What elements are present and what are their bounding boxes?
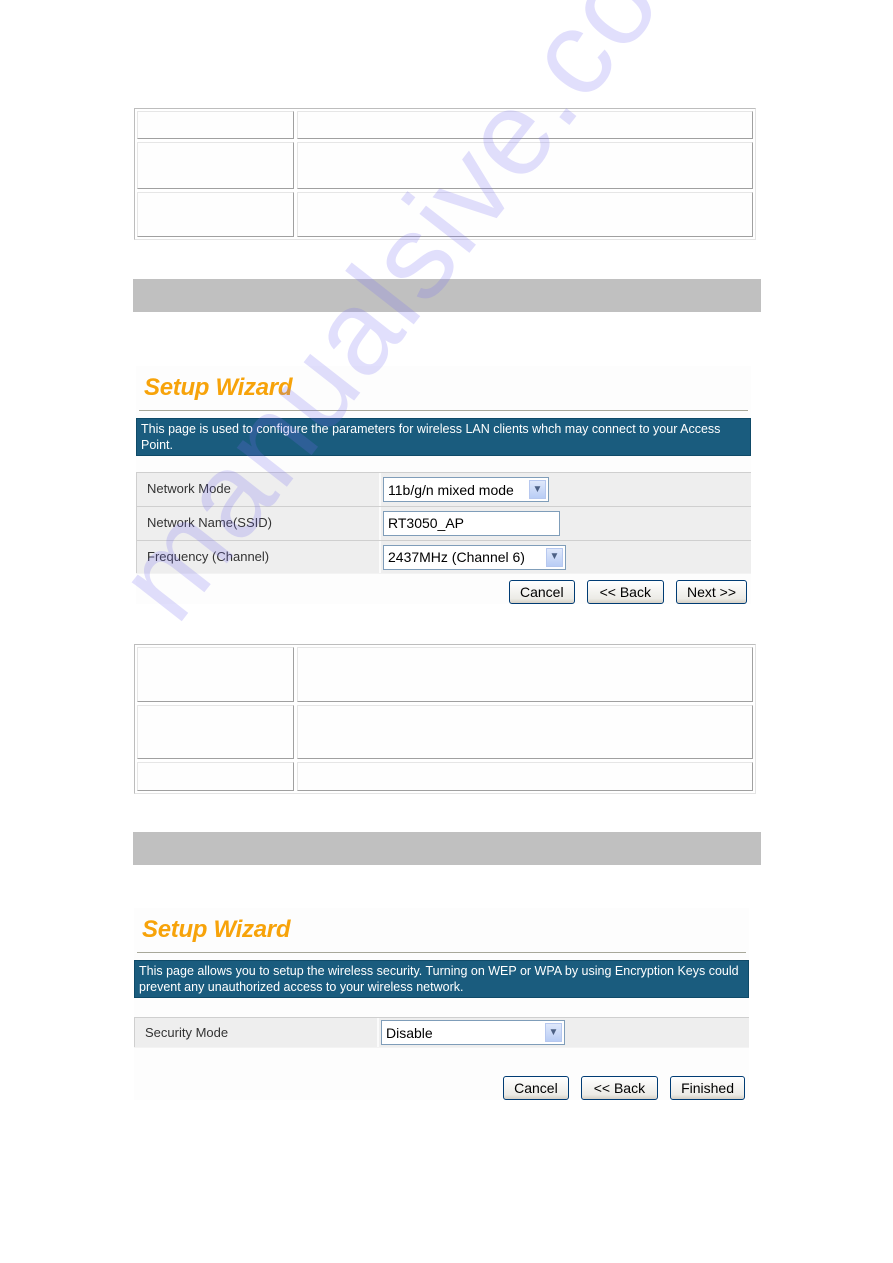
table-cell-key [137,762,294,791]
chevron-down-icon[interactable]: ▼ [529,480,546,499]
table-cell-value [297,192,753,237]
frequency-channel-select[interactable]: 2437MHz (Channel 6) ▼ [383,544,566,570]
security-mode-select[interactable]: Disable ▼ [381,1020,565,1045]
description-table-top [134,108,756,240]
security-mode-value: Disable [386,1024,433,1041]
form-row-frequency: Frequency (Channel) 2437MHz (Channel 6) … [136,540,751,574]
table-cell-key [137,705,294,759]
next-button[interactable]: Next >> [675,580,747,604]
wireless-settings-form: Network Mode 11b/g/n mixed mode ▼ Networ… [136,472,751,574]
page-description: This page allows you to setup the wirele… [134,960,749,998]
table-cell-key [137,111,294,139]
title-divider [139,410,748,411]
table-row [137,192,753,237]
setup-wizard-wireless-panel: Setup Wizard This page is used to config… [136,366,751,604]
wizard-button-bar: Cancel << Back Finished [134,1048,749,1100]
table-row [137,111,753,139]
table-cell-value [297,142,753,189]
form-row-ssid: Network Name(SSID) RT3050_AP [136,506,751,540]
table-cell-value [297,111,753,139]
table-row [137,705,753,759]
section-heading-bar [133,279,761,312]
network-mode-select[interactable]: 11b/g/n mixed mode ▼ [383,477,549,502]
frequency-channel-value: 2437MHz (Channel 6) [388,549,525,565]
table-row [137,762,753,791]
setup-wizard-security-panel: Setup Wizard This page allows you to set… [134,908,749,1100]
chevron-down-icon[interactable]: ▼ [546,547,563,567]
back-button[interactable]: << Back [580,1076,659,1100]
back-button[interactable]: << Back [586,580,664,604]
table-cell-value [297,647,753,702]
title-divider [137,952,746,953]
page-title: Setup Wizard [144,374,293,401]
table-row [137,142,753,189]
security-mode-label: Security Mode [134,1018,379,1047]
table-cell-value [297,705,753,759]
cancel-button[interactable]: Cancel [503,1076,569,1100]
wizard-button-bar: Cancel << Back Next >> [136,574,751,604]
form-row-security-mode: Security Mode Disable ▼ [134,1017,749,1048]
finished-button[interactable]: Finished [670,1076,745,1100]
network-mode-value: 11b/g/n mixed mode [388,481,514,498]
frequency-label: Frequency (Channel) [136,541,381,573]
description-table-middle [134,644,756,794]
cancel-button[interactable]: Cancel [509,580,575,604]
page-title: Setup Wizard [142,916,291,943]
table-cell-value [297,762,753,791]
ssid-input[interactable]: RT3050_AP [383,511,560,536]
table-cell-key [137,647,294,702]
network-mode-label: Network Mode [136,473,381,506]
ssid-label: Network Name(SSID) [136,507,381,540]
table-cell-key [137,192,294,237]
page-description: This page is used to configure the param… [136,418,751,456]
chevron-down-icon[interactable]: ▼ [545,1023,562,1042]
table-cell-key [137,142,294,189]
security-settings-form: Security Mode Disable ▼ [134,1017,749,1048]
table-row [137,647,753,702]
form-row-network-mode: Network Mode 11b/g/n mixed mode ▼ [136,472,751,506]
section-heading-bar [133,832,761,865]
